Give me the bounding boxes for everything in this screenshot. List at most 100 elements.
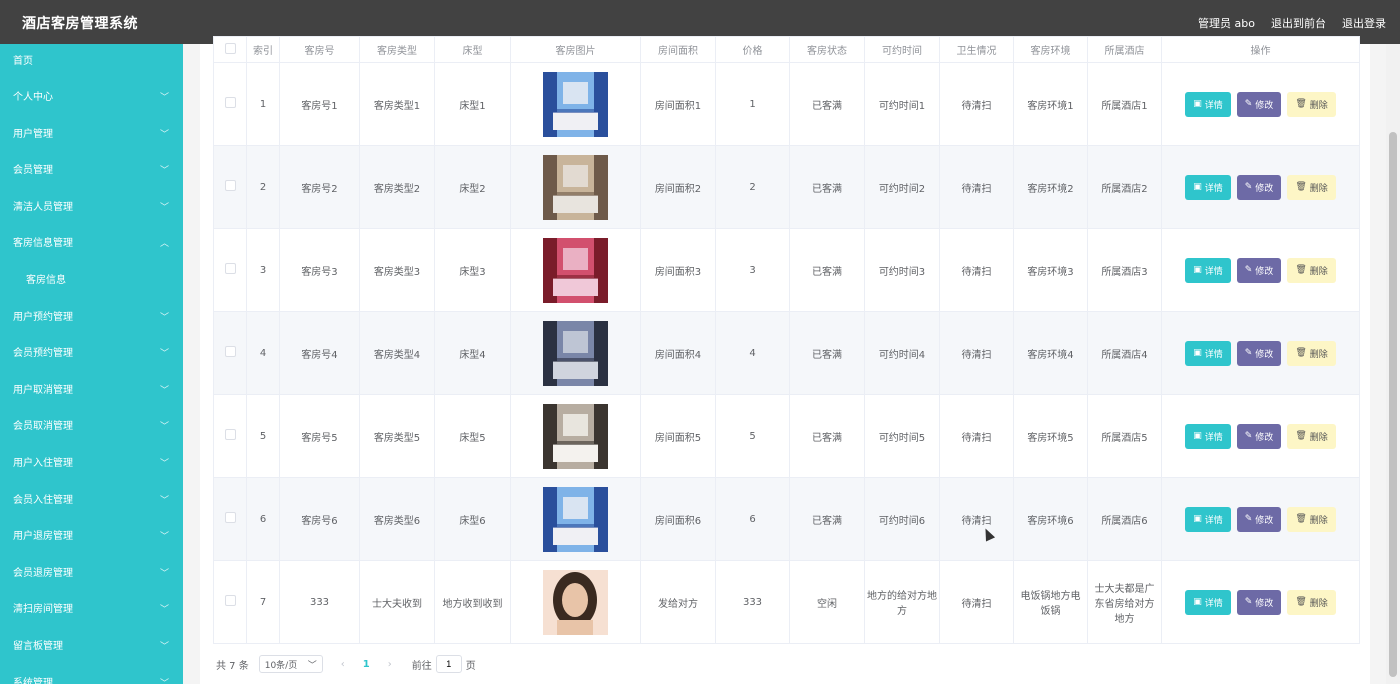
delete-button[interactable]: 🗑 删除 (1287, 423, 1336, 449)
cell-bed: 床型5 (434, 394, 511, 478)
edit-button[interactable]: ✎ 修改 (1236, 91, 1282, 117)
sidebar-item-label: 系统管理 (13, 677, 53, 684)
column-header: 卫生情况 (939, 36, 1014, 63)
sidebar-item[interactable]: 客房信息 (0, 263, 183, 300)
document-icon: ▣ (1193, 431, 1202, 441)
cell-time: 可约时间6 (864, 477, 940, 561)
page-size-value: 10条/页 (264, 660, 298, 671)
table-row[interactable]: 4 客房号4 客房类型4 床型4 房间面积4 4 已客满 可约时间4 待清扫 客房环境4 所属酒店4… (213, 311, 1360, 395)
row-checkbox[interactable] (224, 97, 236, 108)
row-checkbox[interactable] (224, 429, 236, 440)
column-header: 所属酒店 (1087, 36, 1162, 63)
select-all-header[interactable] (213, 36, 247, 63)
detail-button[interactable]: ▣ 详情 (1185, 257, 1231, 283)
cell-price: 333 (715, 560, 790, 644)
row-checkbox[interactable] (224, 180, 236, 191)
table-row[interactable]: 3 客房号3 客房类型3 床型3 房间面积3 3 已客满 可约时间3 待清扫 客房环境3 所属酒店3… (213, 228, 1360, 312)
current-page[interactable]: 1 (363, 659, 370, 670)
table-row[interactable]: 6 客房号6 客房类型6 床型6 房间面积6 6 已客满 可约时间6 待清扫 客房环境6 所属酒店6… (213, 477, 1360, 561)
page-size-select[interactable]: 10条/页 ﹀ (258, 655, 323, 673)
trash-icon: 🗑 (1295, 431, 1307, 441)
table-row[interactable]: 5 客房号5 客房类型5 床型5 房间面积5 5 已客满 可约时间5 待清扫 客房环境5 所属酒店5… (213, 394, 1360, 478)
delete-button[interactable]: 🗑 删除 (1287, 506, 1336, 532)
edit-button[interactable]: ✎ 修改 (1236, 340, 1282, 366)
room-photo (543, 71, 608, 137)
row-checkbox[interactable] (224, 263, 236, 274)
sidebar-item[interactable]: 清洁人员管理 ﹀ (0, 190, 183, 227)
table-row[interactable]: 7 333 士大夫收到 地方收到收到 发给对方 333 空闲 地方的给对方地方 待清扫 电饭锅地方… (213, 560, 1360, 644)
cell-hotel: 所属酒店5 (1087, 394, 1162, 478)
detail-button[interactable]: ▣ 详情 (1185, 91, 1231, 117)
row-checkbox[interactable] (224, 512, 236, 523)
sidebar-item[interactable]: 用户入住管理 ﹀ (0, 446, 183, 483)
delete-button[interactable]: 🗑 删除 (1287, 257, 1336, 283)
detail-button[interactable]: ▣ 详情 (1185, 174, 1231, 200)
sidebar-item[interactable]: 用户退房管理 ﹀ (0, 519, 183, 556)
sidebar-item[interactable]: 系统管理 ﹀ (0, 666, 183, 684)
sidebar-item-label: 客房信息 (26, 274, 66, 286)
sidebar-item[interactable]: 用户取消管理 ﹀ (0, 373, 183, 410)
cell-clean: 待清扫 (939, 62, 1014, 146)
scrollbar-thumb[interactable] (1389, 132, 1397, 677)
edit-button[interactable]: ✎ 修改 (1236, 506, 1282, 532)
row-checkbox[interactable] (224, 595, 236, 606)
chevron-down-icon: ﹀ (159, 641, 169, 652)
goto-page-input[interactable] (435, 655, 462, 673)
sidebar-item[interactable]: 会员退房管理 ﹀ (0, 556, 183, 593)
detail-button[interactable]: ▣ 详情 (1185, 589, 1231, 615)
sidebar-item[interactable]: 用户预约管理 ﹀ (0, 300, 183, 337)
row-actions: ▣ 详情 ✎ 修改 🗑 删除 (1161, 62, 1360, 146)
edit-button[interactable]: ✎ 修改 (1236, 174, 1282, 200)
delete-button[interactable]: 🗑 删除 (1287, 340, 1336, 366)
sidebar-item[interactable]: 个人中心 ﹀ (0, 80, 183, 117)
sidebar-item[interactable]: 会员取消管理 ﹀ (0, 409, 183, 446)
sidebar-item-label: 首页 (13, 56, 33, 67)
document-icon: ▣ (1193, 265, 1202, 275)
prev-page-button[interactable]: ‹ (341, 659, 345, 670)
room-image-cell (510, 311, 641, 395)
sidebar: 首页个人中心 ﹀ 用户管理 ﹀ 会员管理 ﹀ 清洁人员管理 ﹀ 客房信息管理 ︿ 客房信息用户预约管… (0, 44, 183, 684)
page-scrollbar[interactable] (1386, 44, 1400, 684)
sidebar-item[interactable]: 客房信息管理 ︿ (0, 226, 183, 263)
cell-type: 客房类型4 (359, 311, 435, 395)
document-icon: ▣ (1193, 182, 1202, 192)
delete-button[interactable]: 🗑 删除 (1287, 174, 1336, 200)
delete-button-label: 删除 (1309, 100, 1328, 111)
back-to-front-link[interactable]: 退出到前台 (1271, 15, 1326, 31)
table-row[interactable]: 2 客房号2 客房类型2 床型2 房间面积2 2 已客满 可约时间2 待清扫 客房环境2 所属酒店2… (213, 145, 1360, 229)
detail-button[interactable]: ▣ 详情 (1185, 423, 1231, 449)
edit-button-label: 修改 (1255, 432, 1274, 443)
row-select-cell (213, 228, 247, 312)
sidebar-item[interactable]: 清扫房间管理 ﹀ (0, 592, 183, 629)
cell-type: 客房类型1 (359, 62, 435, 146)
table-row[interactable]: 1 客房号1 客房类型1 床型1 房间面积1 1 已客满 可约时间1 待清扫 客房环境1 所属酒店1… (213, 62, 1360, 146)
detail-button[interactable]: ▣ 详情 (1185, 340, 1231, 366)
chevron-down-icon: ﹀ (159, 568, 169, 579)
select-all-checkbox[interactable] (224, 42, 236, 54)
row-checkbox[interactable] (224, 346, 236, 357)
cell-status: 已客满 (789, 311, 865, 395)
sidebar-item[interactable]: 会员预约管理 ﹀ (0, 336, 183, 373)
column-header: 客房环境 (1013, 36, 1088, 63)
edit-button-label: 修改 (1255, 349, 1274, 360)
cell-env: 客房环境3 (1013, 228, 1088, 312)
sidebar-item[interactable]: 首页 (0, 44, 183, 80)
delete-button[interactable]: 🗑 删除 (1287, 589, 1336, 615)
sidebar-item[interactable]: 会员管理 ﹀ (0, 153, 183, 190)
cell-env: 客房环境5 (1013, 394, 1088, 478)
detail-button-label: 详情 (1204, 349, 1223, 360)
edit-button[interactable]: ✎ 修改 (1236, 423, 1282, 449)
logout-link[interactable]: 退出登录 (1342, 15, 1386, 31)
cell-price: 4 (715, 311, 790, 395)
delete-button[interactable]: 🗑 删除 (1287, 91, 1336, 117)
next-page-button[interactable]: › (388, 659, 392, 670)
detail-button[interactable]: ▣ 详情 (1185, 506, 1231, 532)
sidebar-item[interactable]: 会员入住管理 ﹀ (0, 483, 183, 520)
admin-user-link[interactable]: 管理员 abo (1198, 15, 1255, 31)
room-image-cell (510, 477, 641, 561)
edit-button[interactable]: ✎ 修改 (1236, 257, 1282, 283)
edit-button[interactable]: ✎ 修改 (1236, 589, 1282, 615)
sidebar-item[interactable]: 留言板管理 ﹀ (0, 629, 183, 666)
sidebar-item[interactable]: 用户管理 ﹀ (0, 117, 183, 154)
room-photo (543, 569, 608, 635)
